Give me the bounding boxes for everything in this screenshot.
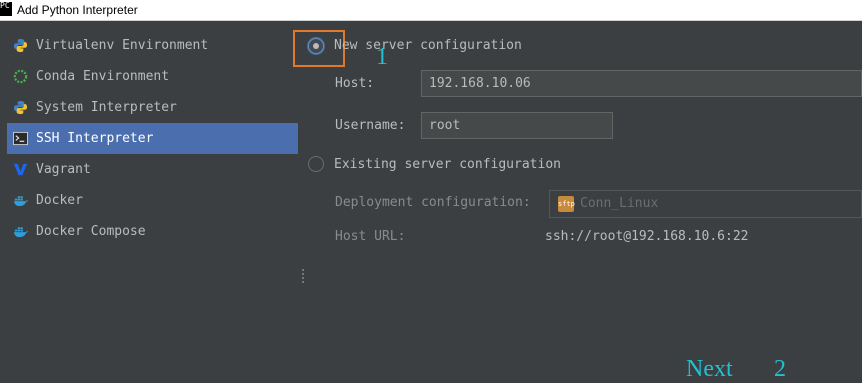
username-input[interactable]: root	[421, 112, 613, 139]
annotation-next: Next	[686, 356, 733, 382]
sidebar-item-conda[interactable]: Conda Environment	[7, 61, 298, 92]
host-input[interactable]: 192.168.10.06	[421, 70, 862, 97]
sidebar-item-label: Vagrant	[36, 162, 91, 177]
sidebar-item-virtualenv[interactable]: Virtualenv Environment	[7, 30, 298, 61]
pycharm-logo-icon: PC	[0, 2, 12, 16]
sidebar-item-docker-compose[interactable]: Docker Compose	[7, 216, 298, 247]
sftp-icon: sftp	[558, 196, 575, 212]
interpreter-type-list: Virtualenv Environment Conda Environment…	[0, 21, 300, 382]
host-label: Host:	[335, 76, 375, 91]
docker-icon	[13, 196, 28, 207]
deployment-config-value: Conn_Linux	[580, 196, 659, 211]
sidebar-item-label: System Interpreter	[36, 100, 177, 115]
sidebar-item-label: SSH Interpreter	[36, 131, 154, 146]
annotation-step-2: 2	[774, 356, 786, 382]
existing-server-radio[interactable]	[308, 156, 324, 172]
host-url-label: Host URL:	[335, 229, 406, 244]
docker-icon	[13, 227, 28, 238]
terminal-icon	[13, 131, 28, 146]
conda-icon	[13, 69, 28, 84]
window-title: Add Python Interpreter	[17, 3, 138, 17]
vagrant-icon	[13, 163, 28, 176]
sidebar-item-docker[interactable]: Docker	[7, 185, 298, 216]
sidebar-item-ssh-interpreter[interactable]: SSH Interpreter	[7, 123, 298, 154]
username-label: Username:	[335, 118, 406, 133]
radio-dot	[313, 43, 319, 49]
host-url-value: ssh://root@192.168.10.6:22	[545, 229, 749, 244]
new-server-label[interactable]: New server configuration	[334, 38, 522, 53]
python-icon	[13, 38, 28, 53]
sidebar-item-label: Conda Environment	[36, 69, 170, 84]
sidebar-item-vagrant[interactable]: Vagrant	[7, 154, 298, 185]
deployment-config-label: Deployment configuration:	[335, 195, 531, 210]
python-icon	[13, 100, 28, 115]
sidebar-item-label: Docker Compose	[36, 224, 146, 239]
splitter-handle[interactable]	[301, 268, 305, 286]
annotation-step-1: 1	[376, 44, 388, 70]
deployment-config-select[interactable]: sftp Conn_Linux	[549, 190, 862, 218]
sidebar-item-system-interpreter[interactable]: System Interpreter	[7, 92, 298, 123]
sidebar-item-label: Virtualenv Environment	[36, 38, 209, 53]
new-server-radio[interactable]	[308, 38, 324, 54]
existing-server-label[interactable]: Existing server configuration	[334, 157, 561, 172]
sidebar-item-label: Docker	[36, 193, 83, 208]
title-bar: PC Add Python Interpreter	[0, 0, 862, 21]
